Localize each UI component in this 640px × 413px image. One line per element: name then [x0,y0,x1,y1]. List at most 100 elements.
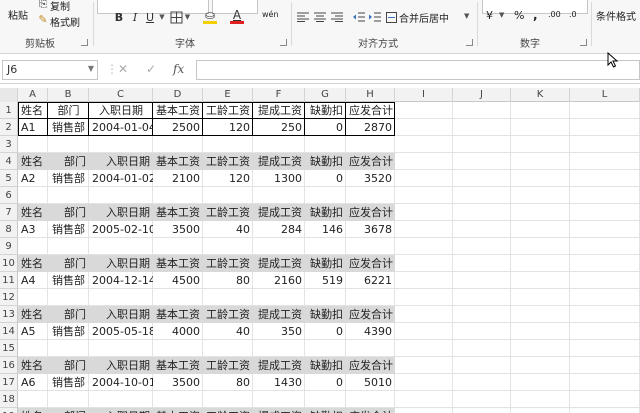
header-cell[interactable]: 基本工资 [153,204,203,221]
header-cell[interactable]: 部门 [48,153,89,170]
column-header-d[interactable]: D [153,88,203,102]
phonetic-button[interactable]: wén [262,10,279,19]
row-header-11[interactable]: 11 [0,272,18,289]
header-cell[interactable]: 工龄工资 [203,408,253,413]
align-left-icon[interactable] [296,10,310,24]
data-cell[interactable]: 4500 [153,272,203,289]
data-cell[interactable]: 销售部 [48,170,89,187]
data-cell[interactable]: 销售部 [48,221,89,238]
data-cell[interactable]: 2005-02-10 [89,221,153,238]
header-cell[interactable]: 应发合计 [346,255,395,272]
data-cell[interactable]: 80 [203,374,253,391]
header-cell[interactable]: 缺勤扣 [305,306,346,323]
data-cell[interactable]: 146 [305,221,346,238]
header-cell[interactable]: 入职日期 [89,255,153,272]
column-header-b[interactable]: B [48,88,89,102]
format-painter-button[interactable]: 格式刷 [50,14,80,29]
row-header-6[interactable]: 6 [0,187,18,204]
currency-button[interactable]: ¥ [486,9,493,22]
data-cell[interactable]: 3678 [346,221,395,238]
data-cell[interactable]: A5 [18,323,48,340]
data-cell[interactable]: 销售部 [48,119,89,136]
data-cell[interactable]: 120 [203,119,253,136]
data-cell[interactable]: 缺勤扣 [305,102,346,119]
header-cell[interactable]: 姓名 [18,306,48,323]
data-cell[interactable]: 350 [253,323,305,340]
enter-button[interactable]: ✓ [146,62,156,76]
data-cell[interactable]: 2870 [346,119,395,136]
font-color-button[interactable]: A [226,7,248,25]
header-cell[interactable]: 提成工资 [253,306,305,323]
header-cell[interactable]: 部门 [48,306,89,323]
header-cell[interactable]: 应发合计 [346,306,395,323]
data-cell[interactable]: 0 [305,119,346,136]
row-header-17[interactable]: 17 [0,374,18,391]
data-cell[interactable]: 销售部 [48,374,89,391]
formula-input[interactable] [196,60,640,80]
merge-center-dropdown[interactable]: ▼ [462,10,469,21]
data-cell[interactable]: 80 [203,272,253,289]
increase-indent-icon[interactable] [368,10,382,24]
clipboard-launcher[interactable] [81,39,88,46]
header-cell[interactable]: 缺勤扣 [305,357,346,374]
header-cell[interactable]: 工龄工资 [203,357,253,374]
header-cell[interactable]: 提成工资 [253,255,305,272]
data-cell[interactable]: 40 [203,323,253,340]
header-cell[interactable]: 缺勤扣 [305,204,346,221]
worksheet-grid[interactable]: ABCDEFGHIJKL 1 2 3 4 5 6 7 8 9 10 11 12 13 14 15 16 17 18… [0,88,640,413]
header-cell[interactable]: 基本工资 [153,255,203,272]
bold-button[interactable]: B [112,9,126,25]
header-cell[interactable]: 入职日期 [89,153,153,170]
header-cell[interactable]: 入职日期 [89,204,153,221]
header-cell[interactable]: 应发合计 [346,408,395,413]
data-cell[interactable]: A4 [18,272,48,289]
data-cell[interactable]: 3500 [153,374,203,391]
increase-decimal-button[interactable]: .00 [548,10,561,19]
data-cell[interactable]: 2005-05-18 [89,323,153,340]
decrease-indent-icon[interactable] [352,10,366,24]
header-cell[interactable]: 姓名 [18,357,48,374]
data-cell[interactable]: 0 [305,323,346,340]
fill-color-icon[interactable]: ⛀ [198,7,222,25]
data-cell[interactable]: 120 [203,170,253,187]
column-header-e[interactable]: E [203,88,253,102]
data-cell[interactable]: 2004-01-02 [89,170,153,187]
data-cell[interactable]: 入职日期 [89,102,153,119]
data-cell[interactable]: 6221 [346,272,395,289]
paste-button[interactable]: 粘贴 [8,7,28,22]
header-cell[interactable]: 部门 [48,357,89,374]
header-cell[interactable]: 部门 [48,255,89,272]
currency-dropdown[interactable]: ▼ [497,9,504,20]
number-launcher[interactable] [580,39,587,46]
header-cell[interactable]: 姓名 [18,204,48,221]
alignment-launcher[interactable] [466,39,473,46]
data-cell[interactable]: 2100 [153,170,203,187]
data-cell[interactable]: 应发合计 [346,102,395,119]
row-header-9[interactable]: 9 [0,238,18,255]
data-cell[interactable]: 姓名 [18,102,48,119]
font-launcher[interactable] [280,39,287,46]
data-cell[interactable]: 250 [253,119,305,136]
select-all-corner[interactable] [0,88,18,102]
column-header-k[interactable]: K [511,88,570,102]
row-header-7[interactable]: 7 [0,204,18,221]
column-header-h[interactable]: H [346,88,395,102]
header-cell[interactable]: 入职日期 [89,408,153,413]
header-cell[interactable]: 提成工资 [253,153,305,170]
column-header-j[interactable]: J [453,88,511,102]
header-cell[interactable]: 基本工资 [153,306,203,323]
data-cell[interactable]: 3500 [153,221,203,238]
data-cell[interactable]: 提成工资 [253,102,305,119]
header-cell[interactable]: 应发合计 [346,204,395,221]
header-cell[interactable]: 姓名 [18,408,48,413]
data-cell[interactable]: 2004-12-14 [89,272,153,289]
data-cell[interactable]: A6 [18,374,48,391]
row-header-2[interactable]: 2 [0,119,18,136]
header-cell[interactable]: 入职日期 [89,306,153,323]
copy-button[interactable]: 复制 [50,0,70,13]
data-cell[interactable]: 2160 [253,272,305,289]
data-cell[interactable]: 40 [203,221,253,238]
align-center-icon[interactable] [313,10,327,24]
header-cell[interactable]: 缺勤扣 [305,408,346,413]
data-cell[interactable]: 519 [305,272,346,289]
